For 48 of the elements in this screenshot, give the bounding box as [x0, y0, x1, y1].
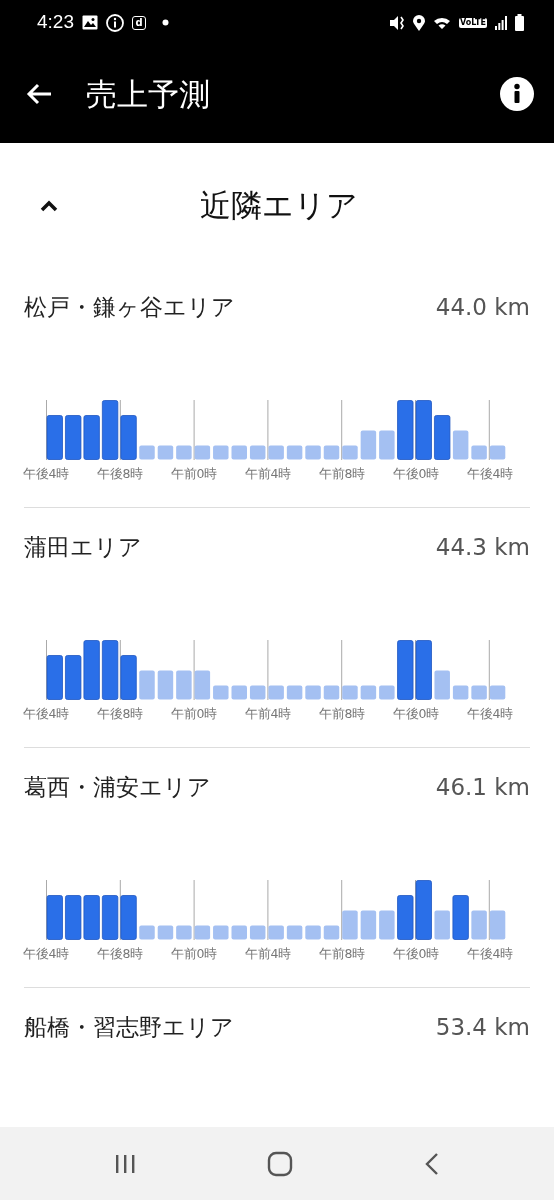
axis-label: 午後4時 [21, 706, 71, 722]
area-name: 葛西・浦安エリア [24, 772, 211, 802]
back-icon[interactable] [424, 1151, 441, 1176]
page-title: 売上予測 [86, 74, 210, 114]
axis-label: 午前8時 [317, 706, 367, 722]
area-name: 船橋・習志野エリア [24, 1012, 234, 1042]
info-icon [106, 13, 124, 32]
axis-label: 午後4時 [465, 706, 515, 722]
axis-label: 午後4時 [21, 946, 71, 962]
area-name: 蒲田エリア [24, 532, 142, 562]
axis-label: 午前0時 [169, 946, 219, 962]
axis-label: 午後8時 [95, 466, 145, 482]
location-icon [413, 14, 426, 31]
clock-time: 4:23 [37, 10, 74, 35]
axis-label: 午前8時 [317, 946, 367, 962]
app-notification-icon: d [132, 15, 146, 30]
axis-label: 午後4時 [465, 466, 515, 482]
section-title: 近隣エリア [200, 186, 358, 226]
axis-label: 午後0時 [391, 466, 441, 482]
image-icon [82, 15, 98, 30]
axis-label: 午前4時 [243, 706, 293, 722]
axis-label: 午前8時 [317, 466, 367, 482]
axis-label: 午後0時 [391, 706, 441, 722]
signal-icon [495, 15, 507, 30]
info-icon[interactable] [500, 77, 534, 111]
battery-icon [515, 14, 524, 31]
volte-icon: VoLTE [459, 17, 487, 28]
axis-label: 午前4時 [243, 466, 293, 482]
axis-label: 午後4時 [21, 466, 71, 482]
distance-text: 46.1 km [435, 772, 530, 802]
wifi-icon [433, 15, 452, 30]
axis-label: 午後8時 [95, 706, 145, 722]
chevron-up-icon[interactable] [40, 199, 58, 212]
recent-apps-icon[interactable] [113, 1152, 136, 1175]
back-arrow-icon[interactable] [26, 83, 52, 105]
axis-label: 午前0時 [169, 466, 219, 482]
axis-label: 午後4時 [465, 946, 515, 962]
axis-label: 午後8時 [95, 946, 145, 962]
axis-label: 午後0時 [391, 946, 441, 962]
distance-text: 44.3 km [435, 532, 530, 562]
distance-text: 53.4 km [435, 1012, 530, 1042]
axis-label: 午前4時 [243, 946, 293, 962]
axis-label: 午前0時 [169, 706, 219, 722]
home-icon[interactable] [267, 1150, 293, 1177]
distance-text: 44.0 km [435, 292, 530, 322]
area-name: 松戸・鎌ヶ谷エリア [24, 292, 235, 322]
vibrate-mute-icon [389, 14, 406, 31]
dot-icon [162, 19, 169, 26]
